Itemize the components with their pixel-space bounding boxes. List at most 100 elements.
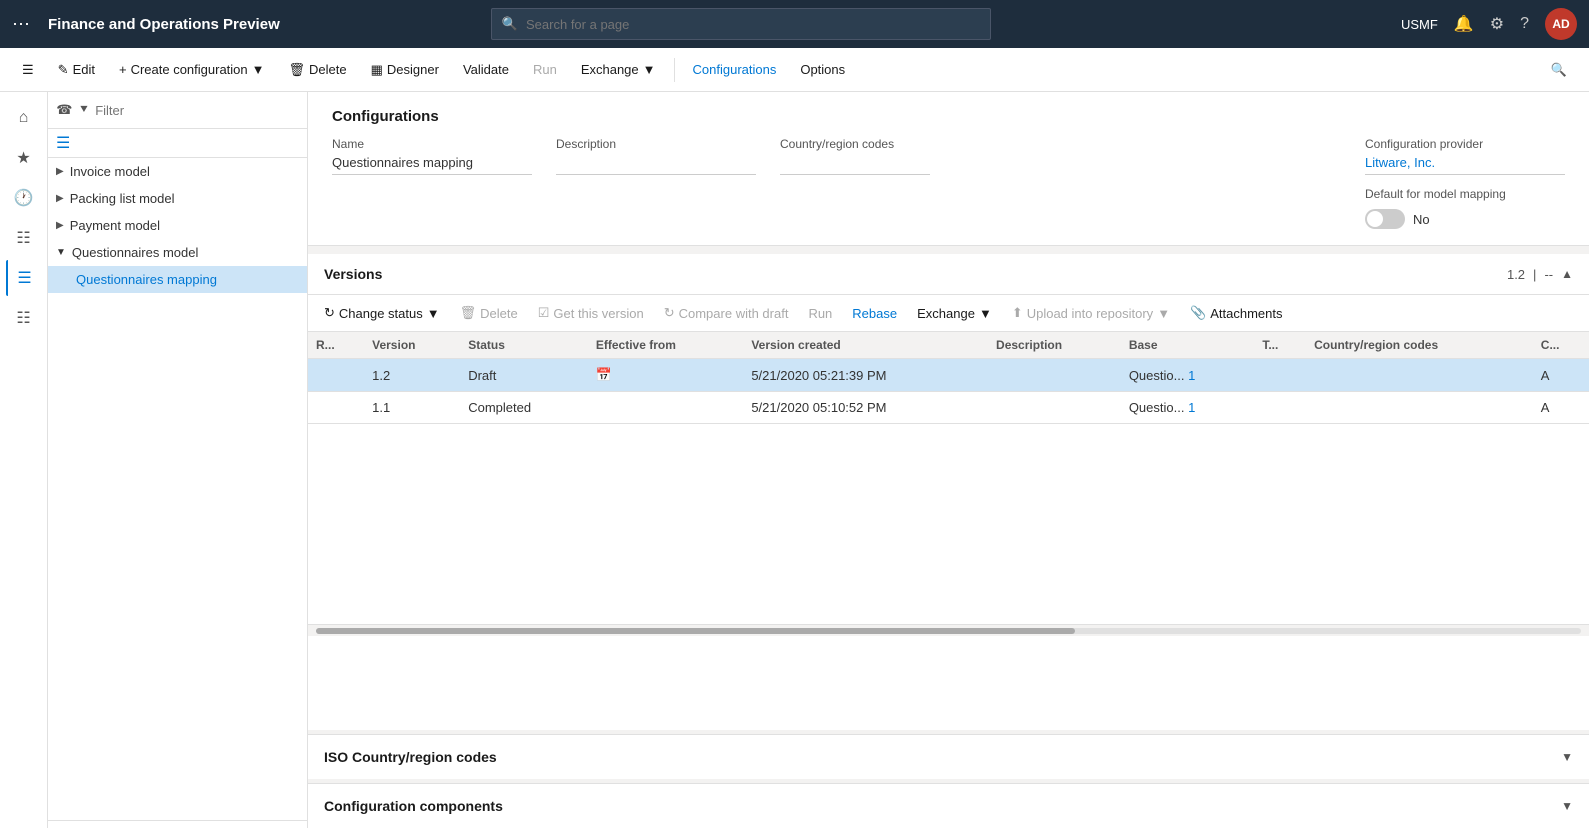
versions-version-controls: 1.2 | -- ▲ (1507, 267, 1573, 282)
config-country-value[interactable] (780, 155, 930, 175)
delete-button[interactable]: 🗑 Delete (279, 56, 357, 84)
edit-button[interactable]: ✎ Edit (48, 56, 105, 84)
config-components-header[interactable]: Configuration components ▼ (308, 784, 1589, 828)
cell-version: 1.2 (364, 359, 460, 392)
attachments-button[interactable]: 📎 Attachments (1182, 301, 1290, 325)
sidebar-home-icon[interactable]: ⌂ (6, 100, 42, 136)
rebase-button[interactable]: Rebase (844, 302, 905, 325)
chevron-down-icon: ▼ (1157, 306, 1170, 321)
col-effective-from: Effective from (588, 332, 743, 359)
designer-icon: ▦ (371, 62, 383, 78)
config-provider-field: Configuration provider Litware, Inc. Def… (1365, 137, 1565, 229)
base-link[interactable]: 1 (1188, 368, 1195, 383)
compare-with-draft-button[interactable]: ↻ Compare with draft (656, 301, 797, 325)
upload-into-repository-button[interactable]: ⬆ Upload into repository ▼ (1004, 301, 1178, 325)
calendar-icon[interactable]: 📅 (596, 367, 612, 382)
versions-collapse-icon[interactable]: ▲ (1561, 267, 1573, 281)
search-input[interactable] (526, 17, 980, 32)
search-command-icon[interactable]: 🔍 (1541, 56, 1577, 84)
config-name-field: Name Questionnaires mapping (332, 137, 532, 229)
tree-item-questionnaires-model[interactable]: ▼ Questionnaires model (48, 239, 307, 266)
sidebar-dashboard-icon[interactable]: ☷ (6, 220, 42, 256)
horizontal-scrollbar[interactable] (308, 624, 1589, 636)
table-row[interactable]: 1.1 Completed 5/21/2020 05:10:52 PM Ques… (308, 392, 1589, 424)
hamburger-button[interactable]: ☰ (12, 56, 44, 84)
app-title: Finance and Operations Preview (48, 16, 280, 33)
sidebar-filter-icon[interactable]: ☷ (6, 300, 42, 336)
get-this-version-button[interactable]: ☑ Get this version (530, 301, 652, 325)
col-c: C... (1533, 332, 1589, 359)
versions-section: Versions 1.2 | -- ▲ ↻ Change status ▼ 🗑 … (308, 254, 1589, 730)
options-button[interactable]: Options (790, 56, 855, 83)
cell-status: Completed (460, 392, 588, 424)
config-description-value[interactable] (556, 155, 756, 175)
config-name-label: Name (332, 137, 532, 151)
run-button[interactable]: Run (523, 56, 567, 83)
col-t: T... (1254, 332, 1306, 359)
col-base: Base (1121, 332, 1255, 359)
edit-icon: ✎ (58, 62, 69, 78)
versions-table: R... Version Status Effective from Versi… (308, 332, 1589, 424)
toggle-knob (1367, 211, 1383, 227)
configurations-button[interactable]: Configurations (683, 56, 787, 83)
chevron-down-icon: ▼ (252, 62, 265, 77)
config-provider-value[interactable]: Litware, Inc. (1365, 155, 1565, 175)
table-row[interactable]: 1.2 Draft 📅 5/21/2020 05:21:39 PM Questi… (308, 359, 1589, 392)
tree-item-packing-list-model[interactable]: ▶ Packing list model (48, 185, 307, 212)
tree-item-invoice-model[interactable]: ▶ Invoice model (48, 158, 307, 185)
tree-filter-input[interactable] (95, 103, 299, 118)
search-icon: 🔍 (502, 16, 518, 32)
tree-collapse-icon[interactable]: ☰ (56, 133, 70, 153)
filter-icon[interactable]: ☎ (56, 100, 73, 120)
exchange-button[interactable]: Exchange ▼ (571, 56, 666, 83)
cell-t (1254, 359, 1306, 392)
exchange-version-button[interactable]: Exchange ▼ (909, 302, 1000, 325)
sidebar-recent-icon[interactable]: 🕐 (6, 180, 42, 216)
version-dash[interactable]: -- (1544, 267, 1553, 282)
chevron-down-icon: ▼ (56, 247, 66, 258)
cell-description (988, 359, 1121, 392)
apps-grid-icon[interactable]: ⋯ (12, 14, 30, 35)
sidebar-list-icon[interactable]: ☰ (6, 260, 42, 296)
designer-button[interactable]: ▦ Designer (361, 56, 449, 84)
get-version-icon: ☑ (538, 305, 550, 321)
avatar[interactable]: AD (1545, 8, 1577, 40)
versions-delete-button[interactable]: 🗑 Delete (452, 301, 526, 325)
configurations-card: Configurations Name Questionnaires mappi… (308, 92, 1589, 246)
iso-country-header[interactable]: ISO Country/region codes ▼ (308, 735, 1589, 779)
tree-toolbar: ☰ (48, 129, 307, 158)
run-version-button[interactable]: Run (800, 302, 840, 325)
help-icon[interactable]: ? (1520, 15, 1529, 33)
config-country-field: Country/region codes (780, 137, 930, 229)
config-description-label: Description (556, 137, 756, 151)
versions-table-header: R... Version Status Effective from Versi… (308, 332, 1589, 359)
plus-icon: + (119, 62, 127, 77)
sidebar-favorites-icon[interactable]: ★ (6, 140, 42, 176)
default-mapping-toggle[interactable] (1365, 209, 1405, 229)
tree-item-questionnaires-mapping[interactable]: Questionnaires mapping (48, 266, 307, 293)
create-configuration-button[interactable]: + Create configuration ▼ (109, 56, 275, 83)
search-icon: 🔍 (1551, 62, 1567, 78)
trash-icon: 🗑 (460, 305, 477, 321)
cell-r (308, 359, 364, 392)
notification-icon[interactable]: 🔔 (1454, 14, 1474, 34)
chevron-right-icon: ▶ (56, 193, 64, 204)
settings-icon[interactable]: ⚙ (1490, 14, 1504, 34)
filter-funnel-icon: ⯆ (79, 102, 89, 118)
config-components-title: Configuration components (324, 798, 503, 814)
validate-button[interactable]: Validate (453, 56, 519, 83)
col-version-created: Version created (743, 332, 988, 359)
tree-panel: ☎ ⯆ ☰ ▶ Invoice model ▶ Packing list mod… (48, 92, 308, 828)
tree-content: ▶ Invoice model ▶ Packing list model ▶ P… (48, 158, 307, 820)
scrollbar-thumb[interactable] (316, 628, 1075, 634)
col-status: Status (460, 332, 588, 359)
chevron-down-icon: ▼ (979, 306, 992, 321)
cell-version: 1.1 (364, 392, 460, 424)
base-link[interactable]: 1 (1188, 400, 1195, 415)
search-box[interactable]: 🔍 (491, 8, 991, 40)
change-status-button[interactable]: ↻ Change status ▼ (316, 301, 448, 325)
config-name-value[interactable]: Questionnaires mapping (332, 155, 532, 175)
tree-item-payment-model[interactable]: ▶ Payment model (48, 212, 307, 239)
col-version: Version (364, 332, 460, 359)
cell-base: Questio... 1 (1121, 392, 1255, 424)
